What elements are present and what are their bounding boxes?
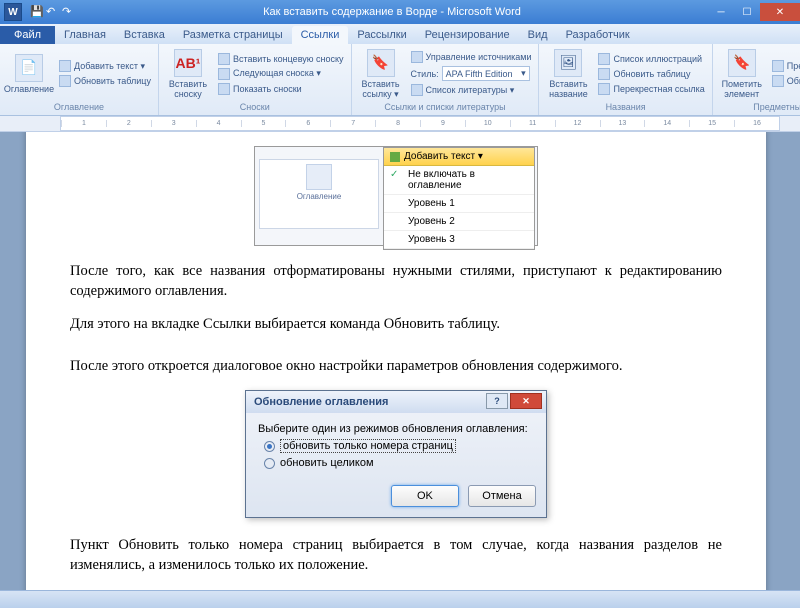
group-label: Ссылки и списки литературы bbox=[356, 101, 535, 113]
insert-endnote-button[interactable]: Вставить концевую сноску bbox=[215, 52, 347, 66]
dropdown-header: Добавить текст ▾ bbox=[384, 148, 534, 166]
radio-option-1: обновить только номера страниц bbox=[264, 439, 534, 453]
help-icon: ? bbox=[486, 393, 508, 409]
group-citations: 🔖 Вставить ссылку ▾ Управление источника… bbox=[352, 44, 540, 115]
mark-entry-button[interactable]: 🔖 Пометить элемент bbox=[717, 47, 767, 101]
document-paragraph[interactable]: После того, как все названия отформатиро… bbox=[70, 262, 722, 301]
close-button[interactable]: ✕ bbox=[760, 3, 800, 21]
dropdown-item: Уровень 2 bbox=[384, 213, 534, 231]
toc-icon bbox=[306, 164, 332, 190]
insert-citation-button[interactable]: 🔖 Вставить ссылку ▾ bbox=[356, 47, 406, 101]
citation-style-combo[interactable]: APA Fifth Edition▾ bbox=[442, 66, 530, 81]
update-table-button[interactable]: Обновить таблицу bbox=[56, 74, 154, 88]
group-label: Названия bbox=[543, 101, 707, 113]
maximize-button[interactable]: ☐ bbox=[734, 3, 760, 21]
ribbon-tabs: Файл Главная Вставка Разметка страницы С… bbox=[0, 24, 800, 44]
style-combo-row: Стиль: APA Fifth Edition▾ bbox=[408, 65, 535, 82]
document-paragraph[interactable]: После этого откроется диалоговое окно на… bbox=[70, 357, 722, 377]
citation-icon: 🔖 bbox=[367, 49, 395, 77]
dropdown-item: Уровень 1 bbox=[384, 195, 534, 213]
group-label: Сноски bbox=[163, 101, 347, 113]
index-icon bbox=[772, 60, 784, 72]
update-index-button[interactable]: Обновить указатель bbox=[769, 74, 800, 88]
plus-icon bbox=[59, 60, 71, 72]
tab-mailings[interactable]: Рассылки bbox=[348, 26, 415, 44]
dialog-title: Обновление оглавления ?✕ bbox=[246, 391, 546, 413]
insert-index-button[interactable]: Предметный указатель bbox=[769, 59, 800, 73]
document-paragraph[interactable]: Пункт Обновить только номера страниц выб… bbox=[70, 536, 722, 575]
document-paragraph[interactable]: Для этого на вкладке Ссылки выбирается к… bbox=[70, 315, 722, 335]
radio-icon bbox=[264, 441, 275, 452]
endnote-icon bbox=[218, 53, 230, 65]
word-app-icon: W bbox=[4, 3, 22, 21]
tab-developer[interactable]: Разработчик bbox=[557, 26, 639, 44]
save-icon[interactable]: 💾 bbox=[30, 5, 44, 19]
chevron-down-icon: ▾ bbox=[521, 68, 526, 79]
window-title: Как вставить содержание в Ворде - Micros… bbox=[76, 6, 708, 18]
tab-home[interactable]: Главная bbox=[55, 26, 115, 44]
quick-access-toolbar[interactable]: 💾 ↶ ↷ bbox=[30, 5, 76, 19]
show-notes-button[interactable]: Показать сноски bbox=[215, 82, 347, 96]
ok-button: OK bbox=[391, 485, 459, 507]
toc-icon: 📄 bbox=[15, 54, 43, 82]
status-bar bbox=[0, 590, 800, 608]
horizontal-ruler[interactable]: 12345678910111213141516 bbox=[0, 116, 800, 132]
radio-icon bbox=[264, 458, 275, 469]
figures-icon bbox=[598, 53, 610, 65]
add-text-button[interactable]: Добавить текст ▾ bbox=[56, 59, 154, 73]
embedded-screenshot-dialog: Обновление оглавления ?✕ Выберите один и… bbox=[245, 390, 547, 518]
biblio-icon bbox=[411, 84, 423, 96]
caption-icon: 🖼 bbox=[554, 49, 582, 77]
footnote-icon: AB¹ bbox=[174, 49, 202, 77]
minimize-button[interactable]: ─ bbox=[708, 3, 734, 21]
add-text-dropdown: Добавить текст ▾ Не включать в оглавлени… bbox=[383, 147, 535, 250]
insert-caption-button[interactable]: 🖼 Вставить название bbox=[543, 47, 593, 101]
next-footnote-button[interactable]: Следующая сноска ▾ bbox=[215, 67, 347, 81]
group-label: Оглавление bbox=[4, 101, 154, 113]
redo-icon[interactable]: ↷ bbox=[62, 5, 76, 19]
group-captions: 🖼 Вставить название Список иллюстраций О… bbox=[539, 44, 712, 115]
refresh-icon bbox=[59, 75, 71, 87]
cross-reference-button[interactable]: Перекрестная ссылка bbox=[595, 82, 707, 96]
close-icon: ✕ bbox=[510, 393, 542, 409]
ribbon: 📄 Оглавление Добавить текст ▾ Обновить т… bbox=[0, 44, 800, 116]
update-figures-button[interactable]: Обновить таблицу bbox=[595, 67, 707, 81]
show-icon bbox=[218, 83, 230, 95]
dropdown-item: Уровень 3 bbox=[384, 231, 534, 249]
plus-icon bbox=[390, 152, 400, 162]
toc-button[interactable]: 📄 Оглавление bbox=[4, 52, 54, 96]
group-index: 🔖 Пометить элемент Предметный указатель … bbox=[713, 44, 800, 115]
tab-file[interactable]: Файл bbox=[0, 26, 55, 44]
cancel-button: Отмена bbox=[468, 485, 536, 507]
tab-view[interactable]: Вид bbox=[519, 26, 557, 44]
window-controls: ─ ☐ ✕ bbox=[708, 3, 800, 21]
refresh-icon bbox=[772, 75, 784, 87]
dialog-prompt: Выберите один из режимов обновления огла… bbox=[258, 423, 534, 435]
insert-footnote-button[interactable]: AB¹ Вставить сноску bbox=[163, 47, 213, 101]
group-toc: 📄 Оглавление Добавить текст ▾ Обновить т… bbox=[0, 44, 159, 115]
next-icon bbox=[218, 68, 230, 80]
group-label: Предметный указатель bbox=[717, 101, 800, 113]
refresh-icon bbox=[598, 68, 610, 80]
manage-sources-button[interactable]: Управление источниками bbox=[408, 50, 535, 64]
radio-option-2: обновить целиком bbox=[264, 457, 534, 469]
tab-page-layout[interactable]: Разметка страницы bbox=[174, 26, 292, 44]
dropdown-item: Не включать в оглавление bbox=[384, 166, 534, 195]
titlebar: W 💾 ↶ ↷ Как вставить содержание в Ворде … bbox=[0, 0, 800, 24]
table-of-figures-button[interactable]: Список иллюстраций bbox=[595, 52, 707, 66]
document-page[interactable]: Оглавление AB1 Добавить текст ▾ Не включ… bbox=[26, 132, 766, 590]
group-footnotes: AB¹ Вставить сноску Вставить концевую сн… bbox=[159, 44, 352, 115]
embedded-screenshot-dropdown: Оглавление AB1 Добавить текст ▾ Не включ… bbox=[254, 146, 538, 246]
sources-icon bbox=[411, 51, 423, 63]
tab-insert[interactable]: Вставка bbox=[115, 26, 174, 44]
mark-entry-icon: 🔖 bbox=[728, 49, 756, 77]
tab-review[interactable]: Рецензирование bbox=[416, 26, 519, 44]
undo-icon[interactable]: ↶ bbox=[46, 5, 60, 19]
bibliography-button[interactable]: Список литературы ▾ bbox=[408, 83, 535, 97]
crossref-icon bbox=[598, 83, 610, 95]
tab-references[interactable]: Ссылки bbox=[292, 26, 349, 44]
document-workspace[interactable]: Оглавление AB1 Добавить текст ▾ Не включ… bbox=[0, 132, 800, 590]
mini-ribbon: Оглавление bbox=[259, 159, 379, 229]
